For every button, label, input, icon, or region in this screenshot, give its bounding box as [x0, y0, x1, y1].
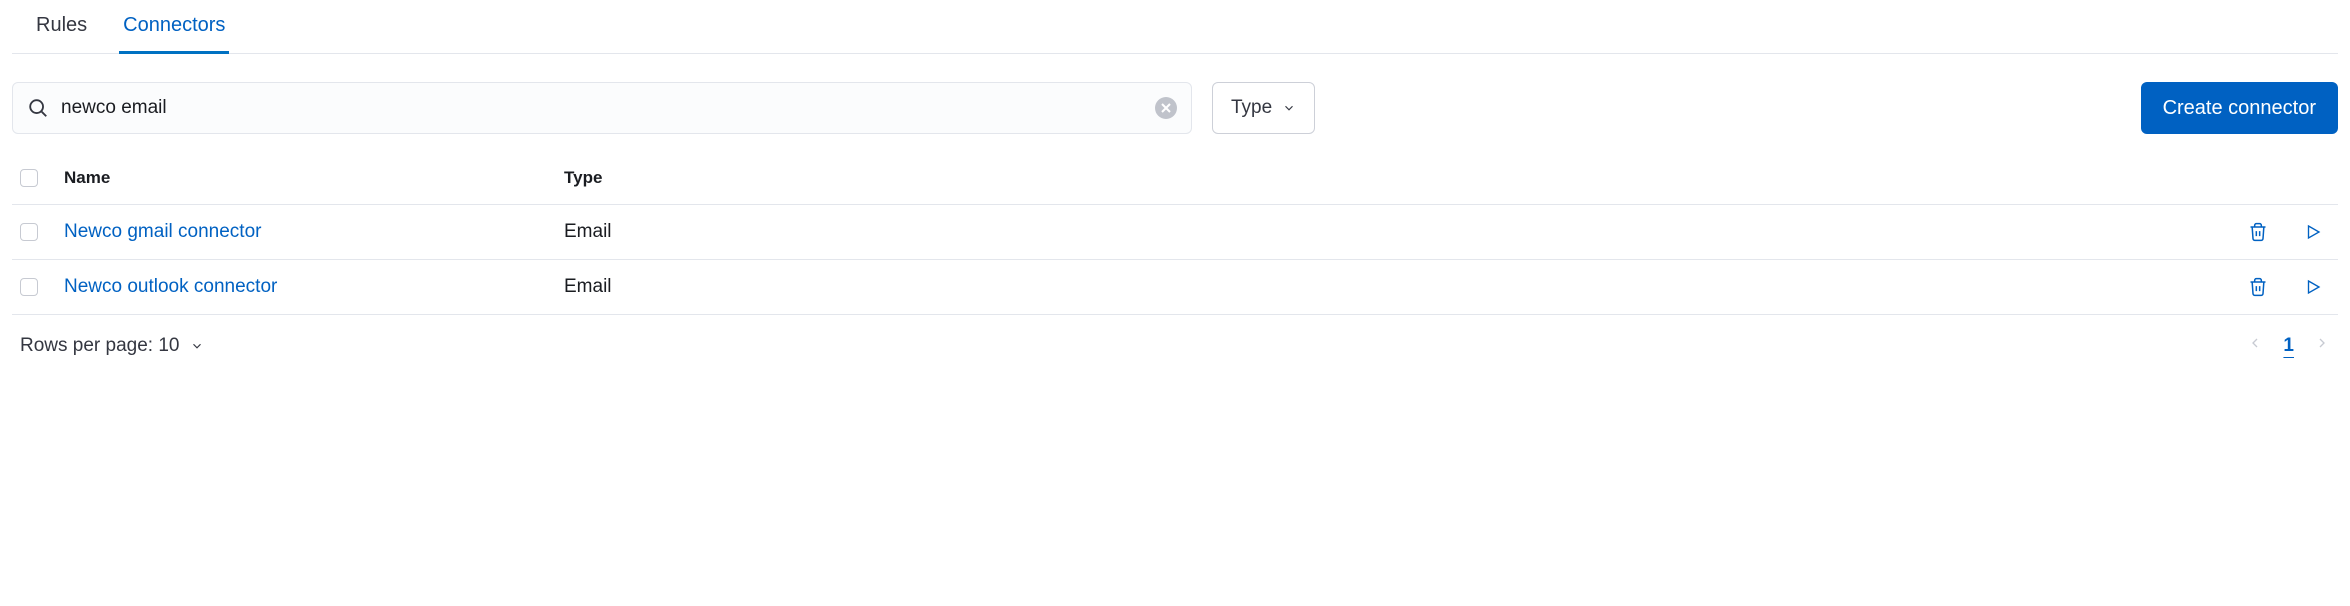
- type-filter[interactable]: Type: [1212, 82, 1315, 134]
- pagination: 1: [2247, 335, 2330, 357]
- trash-icon: [2248, 277, 2268, 297]
- table-row: Newco outlook connector Email: [12, 260, 2338, 315]
- connector-name-link[interactable]: Newco outlook connector: [64, 276, 277, 297]
- column-header-name[interactable]: Name: [64, 168, 564, 188]
- search-input[interactable]: [61, 97, 1143, 119]
- tab-rules[interactable]: Rules: [32, 0, 91, 54]
- chevron-left-icon: [2247, 335, 2263, 351]
- tabs: Rules Connectors: [12, 0, 2338, 54]
- row-checkbox[interactable]: [20, 278, 38, 296]
- page-number[interactable]: 1: [2283, 335, 2294, 357]
- play-icon: [2304, 278, 2322, 296]
- run-button[interactable]: [2304, 277, 2322, 297]
- select-all-checkbox[interactable]: [20, 169, 38, 187]
- row-checkbox[interactable]: [20, 223, 38, 241]
- table-header: Name Type: [12, 152, 2338, 205]
- delete-button[interactable]: [2248, 277, 2268, 297]
- delete-button[interactable]: [2248, 222, 2268, 242]
- trash-icon: [2248, 222, 2268, 242]
- chevron-down-icon: [190, 339, 204, 353]
- prev-page-button[interactable]: [2247, 335, 2263, 357]
- clear-search-button[interactable]: [1155, 97, 1177, 119]
- rows-per-page-label: Rows per page: 10: [20, 335, 180, 357]
- connectors-table: Name Type Newco gmail connector Email Ne…: [12, 152, 2338, 315]
- next-page-button[interactable]: [2314, 335, 2330, 357]
- create-connector-button[interactable]: Create connector: [2141, 82, 2338, 134]
- connector-type: Email: [564, 221, 2210, 243]
- toolbar: Type Create connector: [12, 54, 2338, 152]
- search-field[interactable]: [12, 82, 1192, 134]
- close-icon: [1161, 103, 1171, 113]
- table-footer: Rows per page: 10 1: [12, 315, 2338, 377]
- type-filter-label: Type: [1231, 97, 1272, 119]
- chevron-right-icon: [2314, 335, 2330, 351]
- tab-connectors[interactable]: Connectors: [119, 0, 229, 54]
- rows-per-page-selector[interactable]: Rows per page: 10: [20, 335, 204, 357]
- table-row: Newco gmail connector Email: [12, 205, 2338, 260]
- play-icon: [2304, 223, 2322, 241]
- connector-type: Email: [564, 276, 2210, 298]
- search-icon: [27, 97, 49, 119]
- run-button[interactable]: [2304, 222, 2322, 242]
- connector-name-link[interactable]: Newco gmail connector: [64, 221, 261, 242]
- column-header-type[interactable]: Type: [564, 168, 2210, 188]
- chevron-down-icon: [1282, 101, 1296, 115]
